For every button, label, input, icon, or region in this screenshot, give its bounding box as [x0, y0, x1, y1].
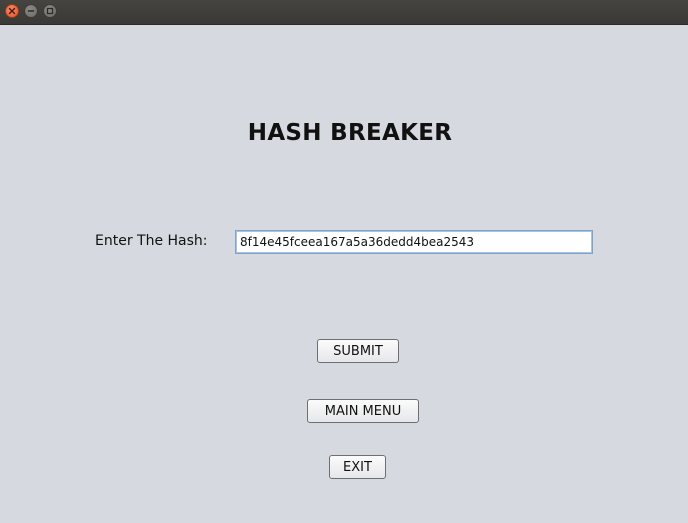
maximize-button[interactable] — [43, 4, 57, 18]
hash-label: Enter The Hash: — [95, 233, 208, 249]
main-panel: HASH BREAKER Enter The Hash: SUBMIT MAIN… — [0, 25, 688, 523]
window-titlebar — [0, 0, 688, 25]
maximize-icon — [46, 7, 54, 15]
close-button[interactable] — [5, 4, 19, 18]
exit-button[interactable]: EXIT — [329, 455, 386, 479]
close-icon — [8, 7, 16, 15]
main-menu-button[interactable]: MAIN MENU — [307, 399, 419, 423]
minimize-icon — [27, 10, 35, 12]
hash-input[interactable] — [235, 230, 593, 254]
page-title: HASH BREAKER — [247, 120, 453, 146]
minimize-button[interactable] — [24, 4, 38, 18]
submit-button[interactable]: SUBMIT — [317, 339, 399, 363]
